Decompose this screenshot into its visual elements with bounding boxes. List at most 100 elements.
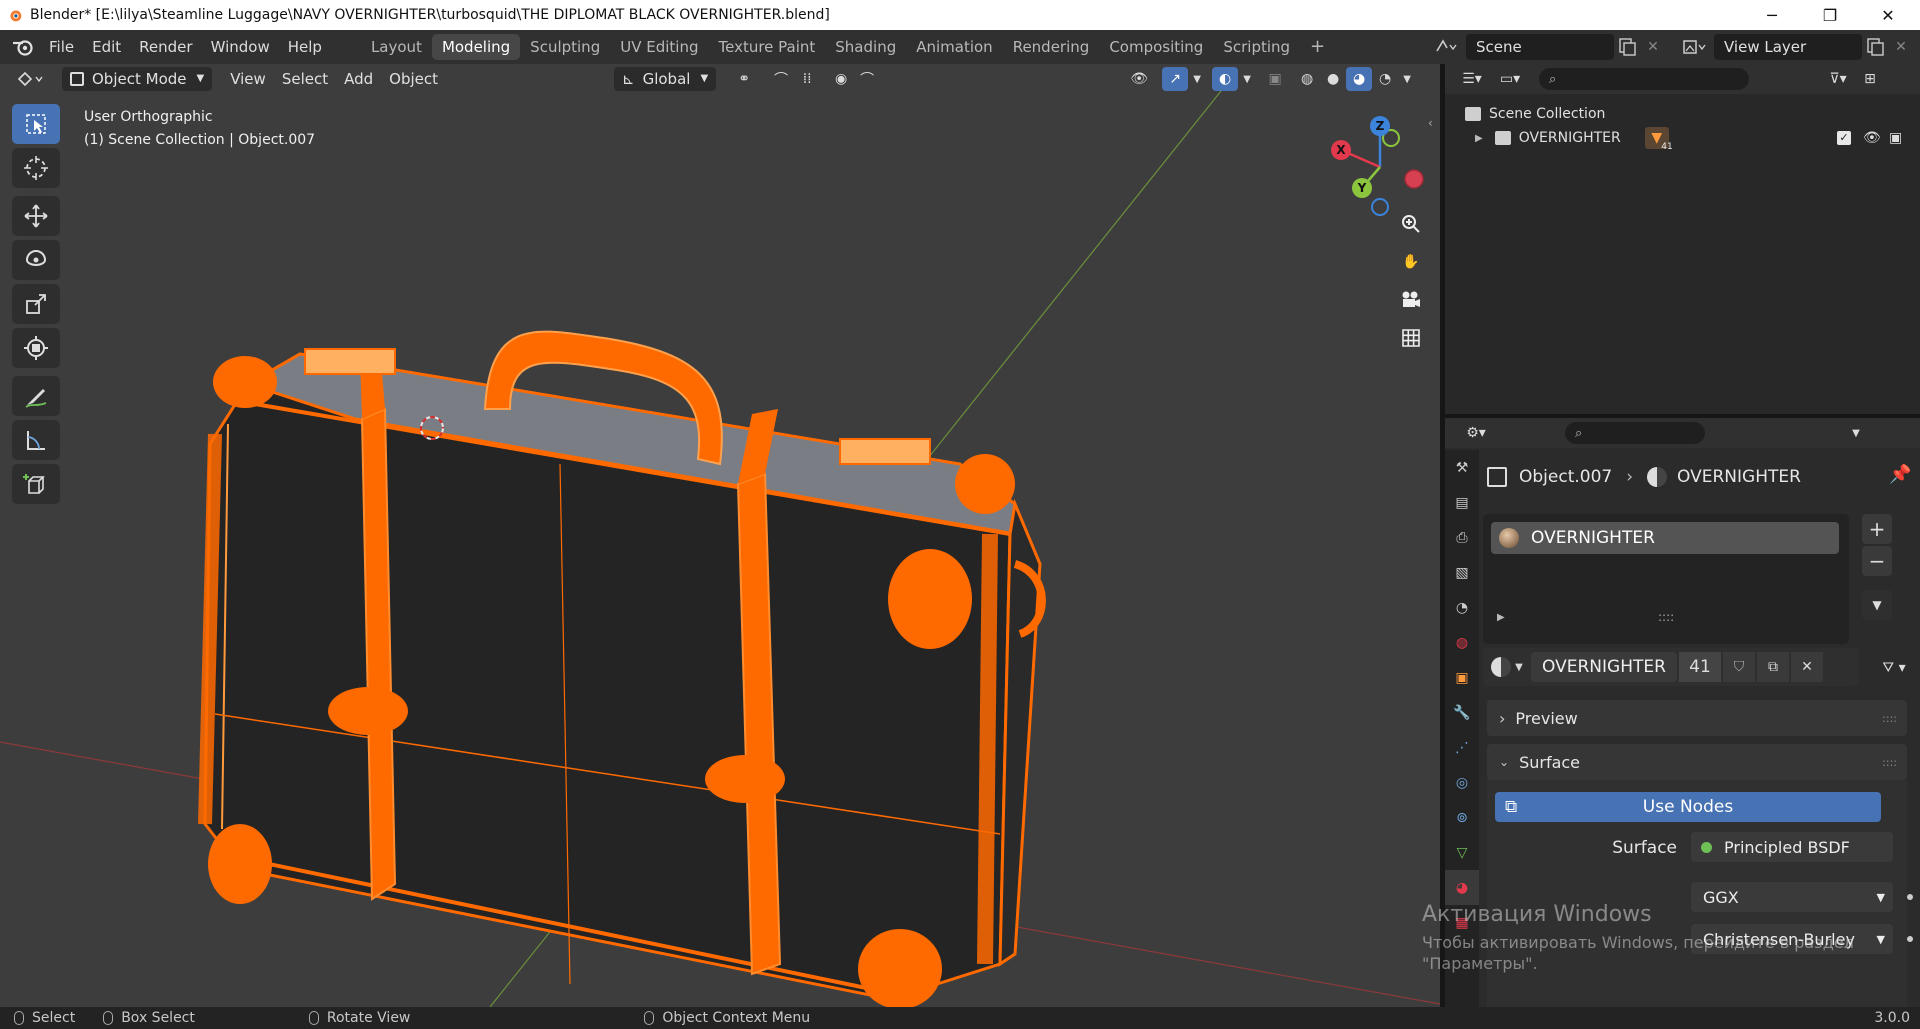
filter-icon[interactable]: ⊽▾ bbox=[1819, 67, 1857, 91]
pivot-point-icon[interactable]: ⚭ bbox=[724, 67, 764, 91]
render-visibility-icon[interactable]: ▣ bbox=[1889, 130, 1902, 146]
material-preview-shading-icon[interactable]: ◕ bbox=[1346, 67, 1373, 91]
material-tab-icon[interactable]: ◕ bbox=[1445, 870, 1479, 905]
menu-help[interactable]: Help bbox=[279, 34, 331, 60]
fake-user-shield-icon[interactable]: ⛉ bbox=[1723, 652, 1755, 682]
distribution-dropdown[interactable]: GGX ▼ bbox=[1691, 882, 1893, 912]
tab-scripting[interactable]: Scripting bbox=[1213, 34, 1300, 60]
scene-collection-row[interactable]: Scene Collection bbox=[1445, 102, 1920, 126]
menu-window[interactable]: Window bbox=[202, 34, 279, 60]
gizmo-toggle-icon[interactable]: ↗ bbox=[1162, 67, 1189, 91]
data-tab-icon[interactable]: ▽ bbox=[1445, 835, 1479, 870]
preview-panel-header[interactable]: › Preview :::: bbox=[1487, 700, 1907, 736]
browse-material-icon[interactable]: ▼ bbox=[1483, 648, 1531, 686]
measure-tool-icon[interactable] bbox=[12, 420, 60, 460]
viewport-menu-add[interactable]: Add bbox=[336, 67, 381, 91]
viewport-scene[interactable] bbox=[0, 64, 1440, 1007]
new-scene-icon[interactable] bbox=[1616, 36, 1638, 58]
link-data-dropdown-icon[interactable]: ⛛ ▾ bbox=[1871, 654, 1917, 682]
view-layer-browse-icon[interactable] bbox=[1676, 34, 1712, 60]
blender-menu-icon[interactable] bbox=[12, 37, 34, 57]
material-users-count[interactable]: 41 bbox=[1679, 652, 1721, 682]
new-collection-icon[interactable]: ⊞ bbox=[1857, 67, 1883, 91]
surface-shader-field[interactable]: Principled BSDF bbox=[1691, 832, 1893, 862]
material-slot-row[interactable]: OVERNIGHTER bbox=[1491, 522, 1839, 554]
close-window-button[interactable]: ✕ bbox=[1860, 0, 1916, 30]
expand-arrow-icon[interactable]: ▶ bbox=[1475, 133, 1483, 144]
viewport-menu-view[interactable]: View bbox=[222, 67, 274, 91]
viewport-menu-select[interactable]: Select bbox=[274, 67, 336, 91]
list-resize-handle[interactable]: :::: bbox=[1658, 610, 1674, 624]
exclude-checkbox[interactable]: ✓ bbox=[1837, 131, 1851, 145]
modifier-tab-icon[interactable]: 🔧 bbox=[1445, 695, 1479, 730]
remove-material-slot-button[interactable]: − bbox=[1862, 546, 1892, 576]
transform-orientation-dropdown[interactable]: ⊾ Global ▼ bbox=[614, 67, 717, 91]
navigation-gizmo[interactable]: Z X Y bbox=[1325, 112, 1435, 222]
transform-tool-icon[interactable] bbox=[12, 328, 60, 368]
proportional-editing-icon[interactable]: ◉ bbox=[828, 67, 854, 91]
minimize-button[interactable]: ─ bbox=[1744, 0, 1800, 30]
tab-layout[interactable]: Layout bbox=[361, 34, 432, 60]
outliner-editor-type-icon[interactable]: ☰▾ bbox=[1453, 67, 1491, 91]
annotate-tool-icon[interactable] bbox=[12, 376, 60, 416]
falloff-icon[interactable]: ⌒ bbox=[854, 67, 880, 91]
surface-panel-header[interactable]: ⌄ Surface :::: bbox=[1487, 744, 1907, 780]
tab-uv-editing[interactable]: UV Editing bbox=[610, 34, 708, 60]
menu-edit[interactable]: Edit bbox=[83, 34, 130, 60]
outliner-item-overnighter[interactable]: ▶ OVERNIGHTER ▼ 41 ✓ 👁 ▣ bbox=[1445, 126, 1920, 152]
add-workspace-button[interactable]: + bbox=[1300, 34, 1335, 60]
constraints-tab-icon[interactable]: ⊚ bbox=[1445, 800, 1479, 835]
cursor-tool-icon[interactable] bbox=[12, 148, 60, 188]
texture-tab-icon[interactable]: ▦ bbox=[1445, 905, 1479, 940]
remove-view-layer-icon[interactable]: ✕ bbox=[1890, 36, 1912, 58]
solid-shading-icon[interactable]: ● bbox=[1320, 67, 1346, 91]
snap-target-icon[interactable]: ⁞⁞ bbox=[794, 67, 820, 91]
perspective-grid-icon[interactable] bbox=[1395, 322, 1427, 354]
world-tab-icon[interactable]: ◍ bbox=[1445, 625, 1479, 660]
subsurface-method-dropdown[interactable]: Christensen-Burley ▼ bbox=[1691, 924, 1893, 954]
tab-rendering[interactable]: Rendering bbox=[1003, 34, 1100, 60]
view-layer-tab-icon[interactable]: ▧ bbox=[1445, 555, 1479, 590]
tab-shading[interactable]: Shading bbox=[825, 34, 906, 60]
tab-modeling[interactable]: Modeling bbox=[431, 34, 521, 60]
scene-browse-icon[interactable] bbox=[1428, 34, 1464, 60]
scene-tab-icon[interactable]: ◔ bbox=[1445, 590, 1479, 625]
properties-search-input[interactable]: ⌕ bbox=[1565, 422, 1705, 444]
tab-animation[interactable]: Animation bbox=[906, 34, 1002, 60]
maximize-button[interactable]: ❐ bbox=[1802, 0, 1858, 30]
rendered-shading-icon[interactable]: ◔ bbox=[1372, 67, 1398, 91]
expand-list-icon[interactable]: ▶ bbox=[1497, 612, 1505, 623]
snap-toggle-icon[interactable]: ⌒ bbox=[768, 67, 794, 91]
viewport-menu-object[interactable]: Object bbox=[381, 67, 446, 91]
drag-handle-icon[interactable]: :::: bbox=[1882, 756, 1897, 769]
gizmo-dropdown-icon[interactable]: ▼ bbox=[1188, 67, 1206, 91]
display-mode-icon[interactable]: ▭▾ bbox=[1491, 67, 1529, 91]
view-layer-name-field[interactable]: View Layer bbox=[1714, 34, 1862, 60]
shading-dropdown-icon[interactable]: ▼ bbox=[1398, 67, 1416, 91]
tab-compositing[interactable]: Compositing bbox=[1099, 34, 1213, 60]
visibility-icon[interactable]: 👁 bbox=[1120, 67, 1158, 91]
properties-options-dropdown-icon[interactable]: ▼ bbox=[1843, 421, 1869, 445]
select-box-tool-icon[interactable] bbox=[12, 104, 60, 144]
editor-type-icon[interactable] bbox=[10, 67, 50, 91]
overlays-dropdown-icon[interactable]: ▼ bbox=[1238, 67, 1256, 91]
add-cube-tool-icon[interactable] bbox=[12, 464, 60, 504]
duplicate-material-icon[interactable]: ⧉ bbox=[1757, 652, 1789, 682]
drag-handle-icon[interactable]: :::: bbox=[1882, 712, 1897, 725]
pan-hand-icon[interactable]: ✋ bbox=[1395, 246, 1427, 278]
keyframe-dot-icon[interactable] bbox=[1907, 894, 1913, 900]
object-mode-dropdown[interactable]: Object Mode ▼ bbox=[62, 67, 213, 91]
tab-texture-paint[interactable]: Texture Paint bbox=[708, 34, 825, 60]
physics-tab-icon[interactable]: ◎ bbox=[1445, 765, 1479, 800]
object-tab-icon[interactable]: ▣ bbox=[1445, 660, 1479, 695]
properties-editor-type-icon[interactable]: ⚙▾ bbox=[1457, 421, 1495, 445]
material-specials-dropdown-icon[interactable]: ▼ bbox=[1862, 590, 1892, 620]
zoom-icon[interactable] bbox=[1395, 208, 1427, 240]
scene-name-field[interactable]: Scene bbox=[1466, 34, 1614, 60]
wireframe-shading-icon[interactable]: ◍ bbox=[1294, 67, 1320, 91]
tab-sculpting[interactable]: Sculpting bbox=[520, 34, 610, 60]
mesh-objects-icon[interactable]: ▼ 41 bbox=[1644, 127, 1673, 152]
remove-scene-icon[interactable]: ✕ bbox=[1642, 36, 1664, 58]
menu-file[interactable]: File bbox=[40, 34, 83, 60]
pin-icon[interactable]: 📌 bbox=[1889, 464, 1911, 485]
